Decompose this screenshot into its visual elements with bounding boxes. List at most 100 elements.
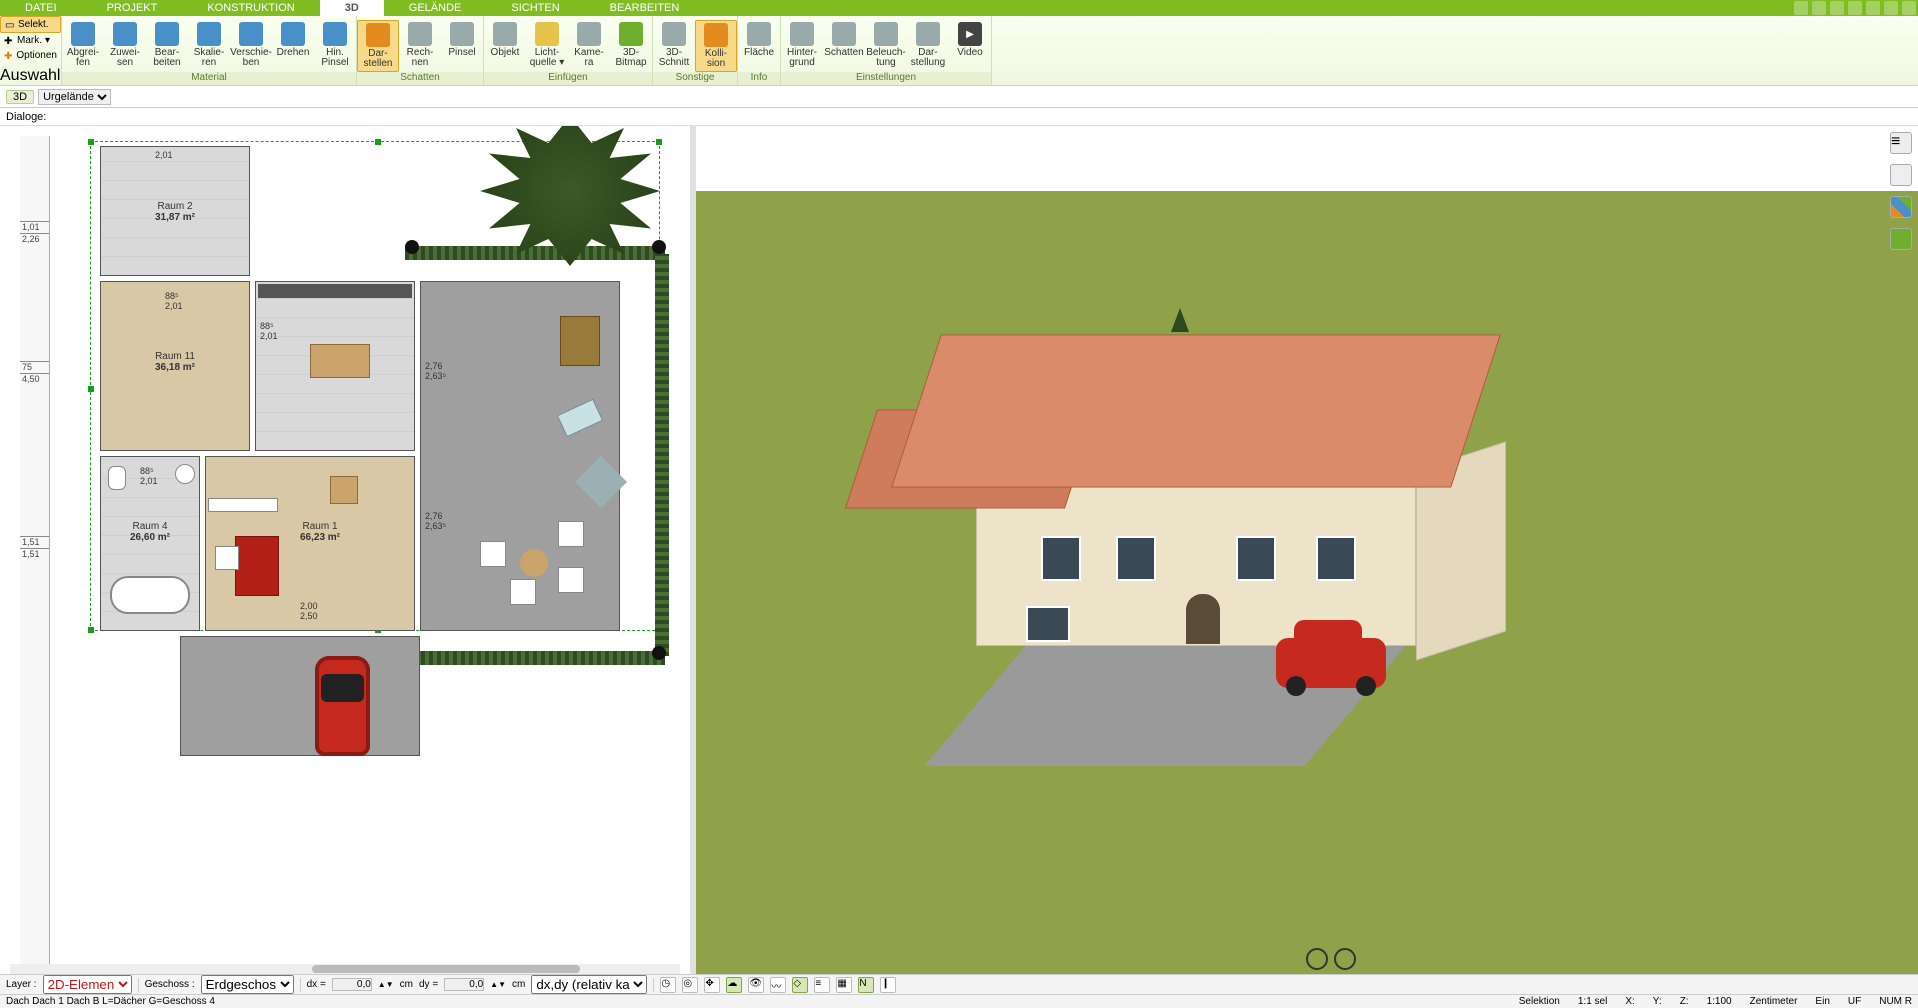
skalieren-button[interactable]: Skalie- ren xyxy=(188,20,230,70)
bicycle-icon xyxy=(1306,944,1356,970)
coord-mode-select[interactable]: dx,dy (relativ ka xyxy=(531,975,647,994)
snap-clock-icon[interactable]: ◷ xyxy=(660,977,676,993)
menu-bar: DATEI PROJEKT KONSTRUKTION 3D GELÄNDE SI… xyxy=(0,0,1918,16)
toilet-icon xyxy=(108,466,126,490)
pinsel-button[interactable]: Pinsel xyxy=(441,20,483,60)
bitmap-icon xyxy=(619,22,643,46)
window-maximize-icon[interactable] xyxy=(1884,1,1898,15)
brush-icon xyxy=(323,22,347,46)
floorplan-scrollbar[interactable] xyxy=(10,964,680,974)
window-minimize-icon[interactable] xyxy=(1866,1,1880,15)
3d-viewport[interactable]: ≡ xyxy=(696,126,1918,976)
move-icon xyxy=(239,22,263,46)
tree-tool-icon[interactable] xyxy=(1890,228,1912,250)
hedge-right xyxy=(655,254,669,656)
snap-n-icon[interactable]: N xyxy=(858,977,874,993)
tab-bearbeiten[interactable]: BEARBEITEN xyxy=(585,0,705,16)
scale-icon xyxy=(197,22,221,46)
vertical-ruler: 1,01 2,26 75 4,50 1,51 1,51 xyxy=(20,136,50,966)
zuweisen-button[interactable]: Zuwei- sen xyxy=(104,20,146,70)
video-button[interactable]: ▶Video xyxy=(949,20,991,60)
tab-sichten[interactable]: SICHTEN xyxy=(486,0,584,16)
verschieben-button[interactable]: Verschie- ben xyxy=(230,20,272,70)
background-icon xyxy=(790,22,814,46)
select-button[interactable]: ▭Selekt. xyxy=(0,16,61,33)
question-icon[interactable] xyxy=(1848,1,1862,15)
context-select[interactable]: Urgelände xyxy=(38,89,111,105)
tab-projekt[interactable]: PROJEKT xyxy=(82,0,183,16)
tab-3d[interactable]: 3D xyxy=(320,0,384,16)
ribbon-group-info-label: Info xyxy=(738,72,780,85)
3d-schnitt-button[interactable]: 3D- Schnitt xyxy=(653,20,695,70)
floor-select[interactable]: Erdgeschos xyxy=(201,975,294,994)
bearbeiten-button[interactable]: Bear- beiten xyxy=(146,20,188,70)
lichtquelle-button[interactable]: Licht- quelle ▾ xyxy=(526,20,568,70)
rotate-icon xyxy=(281,22,305,46)
darstellung-button[interactable]: Dar- stellung xyxy=(907,20,949,70)
status-bar: Dach Dach 1 Dach B L=Dächer G=Geschoss 4… xyxy=(0,994,1918,1008)
beleuchtung-button[interactable]: Beleuch- tung xyxy=(865,20,907,70)
view-side-toolbar: ≡ xyxy=(1890,132,1914,260)
driveway xyxy=(180,636,420,756)
snap-stop-icon[interactable]: ❙ xyxy=(880,977,896,993)
schatten-settings-button[interactable]: Schatten xyxy=(823,20,865,60)
snap-wave-icon[interactable]: 〰 xyxy=(770,977,786,993)
snap-eye-icon[interactable]: 👁 xyxy=(748,977,764,993)
drehen-button[interactable]: Drehen xyxy=(272,20,314,60)
snap-lines-icon[interactable]: ≡ xyxy=(814,977,830,993)
dim-r4: 88⁵2,01 xyxy=(140,466,158,486)
window-close-icon[interactable] xyxy=(1902,1,1916,15)
dim-r2-top: 2,01 xyxy=(155,150,173,160)
mark-button[interactable]: ✚Mark. ▾ xyxy=(0,33,61,48)
snap-arrows-icon[interactable]: ✥ xyxy=(704,977,720,993)
options-button[interactable]: ✚Optionen xyxy=(0,48,61,63)
shadow-calc-icon xyxy=(408,22,432,46)
dy-label: dy = xyxy=(419,979,438,990)
front-door-icon xyxy=(1186,594,1220,644)
tab-konstruktion[interactable]: KONSTRUKTION xyxy=(182,0,319,16)
kamera-button[interactable]: Kame- ra xyxy=(568,20,610,70)
room-11-label: Raum 1136,18 m² xyxy=(120,351,230,373)
ribbon-group-einfuegen-label: Einfügen xyxy=(484,72,652,85)
palette-icon[interactable] xyxy=(1890,196,1912,218)
ribbon: ▭Selekt. ✚Mark. ▾ ✚Optionen Auswahl Abgr… xyxy=(0,16,1918,86)
layer-label: Layer : xyxy=(6,979,37,990)
dx-input[interactable] xyxy=(332,978,372,991)
layers-icon[interactable]: ≡ xyxy=(1890,132,1912,154)
snap-target-icon[interactable]: ◎ xyxy=(682,977,698,993)
floorplan-viewport[interactable]: 1,01 2,26 75 4,50 1,51 1,51 Raum 231,87 … xyxy=(0,126,690,976)
ribbon-group-material-label: Material xyxy=(62,72,356,85)
chair-icon[interactable] xyxy=(1890,164,1912,186)
help-icon[interactable] xyxy=(1794,1,1808,15)
snap-cloud-icon[interactable]: ☁ xyxy=(726,977,742,993)
tab-gelaende[interactable]: GELÄNDE xyxy=(384,0,487,16)
snap-diamond-icon[interactable]: ◇ xyxy=(792,977,808,993)
hinpinsel-button[interactable]: Hin. Pinsel xyxy=(314,20,356,70)
status-x: X: xyxy=(1625,996,1634,1007)
darstellen-button[interactable]: Dar- stellen xyxy=(357,20,399,72)
seating-group-icon xyxy=(480,521,590,601)
mark-icon: ✚ xyxy=(4,36,14,46)
flaeche-button[interactable]: Fläche xyxy=(738,20,780,60)
car-icon xyxy=(315,656,370,756)
objekt-button[interactable]: Objekt xyxy=(484,20,526,60)
armchair-icon xyxy=(330,476,358,504)
kollision-button[interactable]: Kolli- sion xyxy=(695,20,737,72)
room-1-label: Raum 166,23 m² xyxy=(270,521,370,543)
tab-datei[interactable]: DATEI xyxy=(0,0,82,16)
area-icon xyxy=(747,22,771,46)
info-icon[interactable] xyxy=(1830,1,1844,15)
layer-select[interactable]: 2D-Elemen xyxy=(43,975,132,994)
abgreifen-button[interactable]: Abgrei- fen xyxy=(62,20,104,70)
3d-bitmap-button[interactable]: 3D- Bitmap xyxy=(610,20,652,70)
tv-unit-icon xyxy=(208,498,278,512)
post-tr xyxy=(652,240,666,254)
rechnen-button[interactable]: Rech- nen xyxy=(399,20,441,70)
dy-input[interactable] xyxy=(444,978,484,991)
settings-icon[interactable] xyxy=(1812,1,1826,15)
ribbon-group-sonstige: 3D- Schnitt Kolli- sion Sonstige xyxy=(653,16,738,85)
snap-grid-icon[interactable]: ▦ xyxy=(836,977,852,993)
dining-set-icon xyxy=(310,344,370,378)
hintergrund-button[interactable]: Hinter- grund xyxy=(781,20,823,70)
context-toolbar: 3D Urgelände xyxy=(0,86,1918,108)
